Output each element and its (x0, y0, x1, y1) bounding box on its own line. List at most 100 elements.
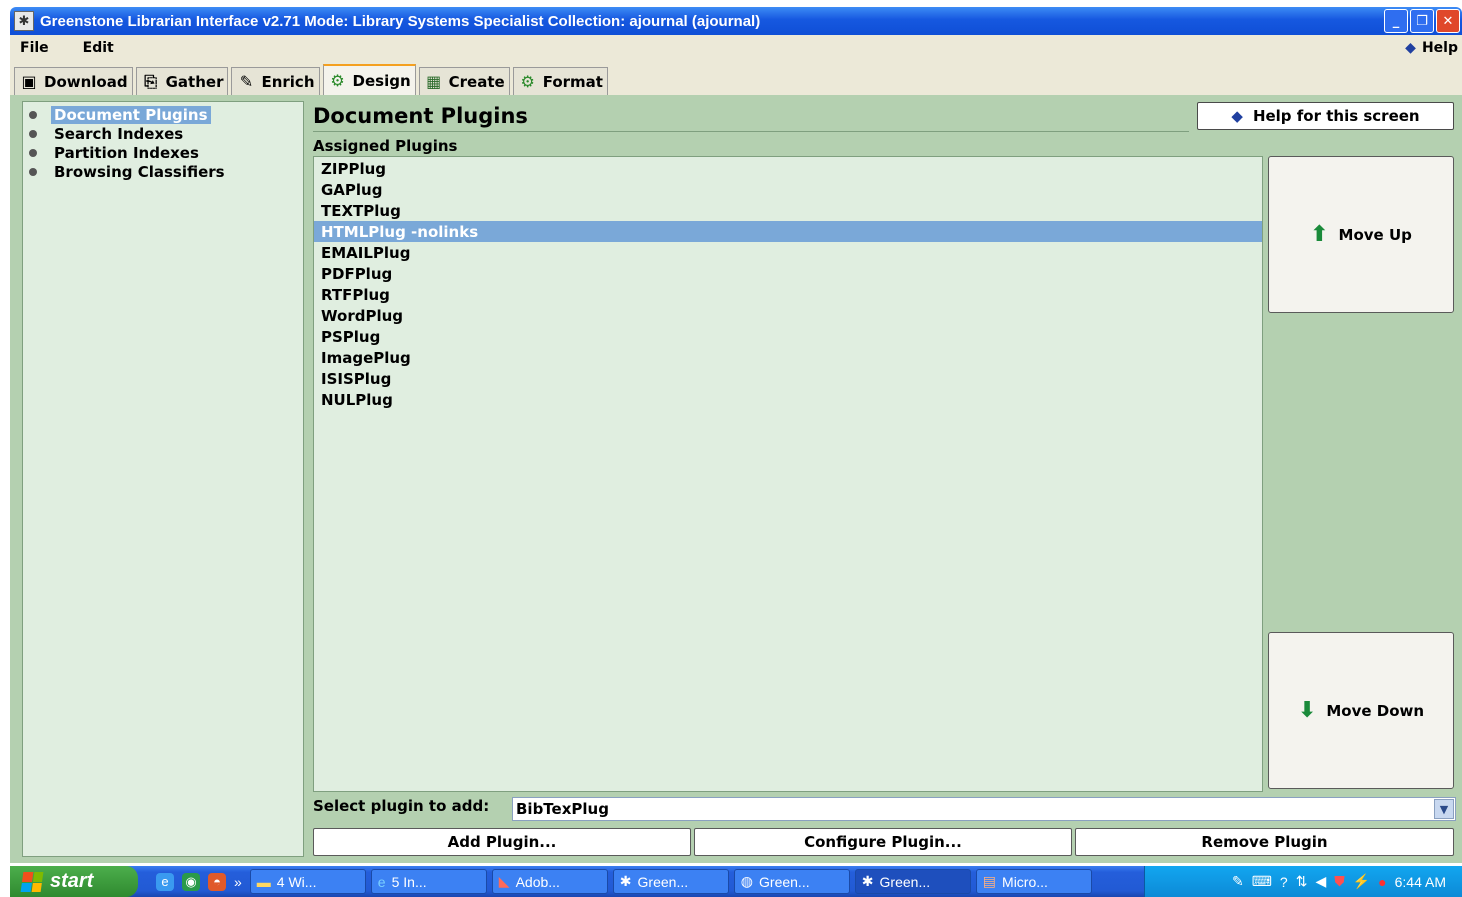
shield-icon[interactable]: ⛊ (1334, 873, 1345, 890)
gear-icon: ⚙ (520, 72, 535, 91)
sidebar-item-label: Partition Indexes (54, 143, 199, 162)
quick-launch: e ◉ ◓ » (138, 872, 250, 891)
enrich-icon: ✎ (239, 72, 254, 91)
media-icon[interactable]: ◉ (182, 872, 200, 891)
gather-icon: ⎘ (144, 71, 158, 91)
design-panel: Document Plugins Search Indexes Partitio… (10, 97, 1462, 863)
window-titlebar[interactable]: ✱ Greenstone Librarian Interface v2.71 M… (10, 7, 1462, 35)
menu-file[interactable]: File (10, 40, 59, 56)
move-up-button[interactable]: ⬆ Move Up (1268, 156, 1454, 313)
bullet-icon (29, 148, 37, 157)
download-icon: ▣ (21, 72, 37, 91)
list-item[interactable]: ISISPlug (314, 368, 1262, 389)
tab-format-label: Format (542, 72, 603, 91)
taskbar-item-label: Green... (759, 873, 810, 890)
design-sidebar: Document Plugins Search Indexes Partitio… (22, 101, 304, 857)
taskbar-item-label: Green... (637, 873, 689, 890)
tab-create[interactable]: ▦ Create (418, 67, 510, 95)
assigned-plugins-list[interactable]: ZIPPlug GAPlug TEXTPlug HTMLPlug -nolink… (313, 156, 1263, 792)
menu-edit[interactable]: Edit (73, 40, 124, 56)
ie-icon[interactable]: e (156, 872, 174, 891)
tab-bar: ▣ Download ⎘ Gather ✎ Enrich ⚙ Design ▦ … (10, 61, 1462, 97)
list-item[interactable]: EMAILPlug (314, 242, 1262, 263)
start-button[interactable]: start (10, 866, 138, 897)
tab-enrich-label: Enrich (261, 72, 315, 91)
list-item[interactable]: NULPlug (314, 389, 1262, 410)
maximize-button[interactable]: ❐ (1410, 9, 1434, 33)
start-label: start (50, 870, 94, 892)
window-title: Greenstone Librarian Interface v2.71 Mod… (40, 12, 761, 30)
plugin-select-value: BibTexPlug (516, 800, 609, 818)
list-item[interactable]: PDFPlug (314, 263, 1262, 284)
sidebar-item-document-plugins[interactable]: Document Plugins (29, 105, 303, 124)
bullet-icon (29, 110, 37, 119)
keyboard-icon[interactable]: ⌨ (1252, 873, 1272, 890)
taskbar-item-label: Green... (879, 873, 931, 890)
taskbar-item[interactable]: ▬ 4 Wi... (249, 869, 366, 894)
security-icon[interactable]: ● (1378, 874, 1386, 890)
folder-icon: ▬ (256, 873, 271, 890)
sidebar-item-search-indexes[interactable]: Search Indexes (29, 124, 303, 143)
tab-gather-label: Gather (165, 72, 224, 91)
window-controls: _ ❐ ✕ (1384, 9, 1460, 33)
chevron-right-icon[interactable]: » (234, 874, 242, 890)
menu-help[interactable]: ◆ Help (1405, 40, 1458, 56)
taskbar-item-active[interactable]: ✱ Green... (854, 869, 971, 894)
taskbar-item-label: Adob... (515, 873, 560, 890)
plugin-select-dropdown[interactable]: BibTexPlug ▼ (512, 797, 1456, 821)
clock[interactable]: 6:44 AM (1395, 874, 1446, 890)
tab-enrich[interactable]: ✎ Enrich (231, 67, 320, 95)
tab-download-label: Download (44, 72, 128, 91)
sidebar-item-partition-indexes[interactable]: Partition Indexes (29, 143, 303, 162)
add-plugin-button[interactable]: Add Plugin... (313, 828, 691, 856)
sidebar-item-label: Browsing Classifiers (54, 162, 225, 181)
tab-design[interactable]: ⚙ Design (322, 64, 416, 95)
taskbar-item[interactable]: ◍ Green... (733, 869, 850, 894)
list-item[interactable]: TEXTPlug (314, 200, 1262, 221)
sidebar-item-browsing-classifiers[interactable]: Browsing Classifiers (29, 162, 303, 181)
back-arrow-icon[interactable]: ◀ (1315, 873, 1326, 890)
browser-icon[interactable]: ◓ (208, 872, 226, 891)
list-item[interactable]: RTFPlug (314, 284, 1262, 305)
taskbar-item[interactable]: ◣ Adob... (491, 869, 608, 894)
help-book-icon: ◆ (1231, 107, 1243, 125)
system-tray: ✎ ⌨ ? ⇅ ◀ ⛊ ⚡ ● 6:44 AM (1144, 866, 1462, 897)
remove-plugin-button[interactable]: Remove Plugin (1075, 828, 1454, 856)
greenstone-icon: ✱ (861, 873, 874, 889)
taskbar-item-label: Micro... (1002, 873, 1048, 890)
list-item[interactable]: ImagePlug (314, 347, 1262, 368)
taskbar-item[interactable]: ✱ Green... (612, 869, 729, 894)
tab-download[interactable]: ▣ Download (14, 67, 133, 95)
pen-icon[interactable]: ✎ (1232, 873, 1244, 890)
tab-create-label: Create (448, 72, 505, 91)
tab-format[interactable]: ⚙ Format (512, 67, 608, 95)
taskbar-item[interactable]: ▤ Micro... (975, 869, 1092, 894)
bullet-icon (29, 129, 37, 138)
taskbar-item-label: 5 In... (391, 873, 427, 890)
ie-icon: e (377, 873, 386, 890)
list-item[interactable]: ZIPPlug (314, 158, 1262, 179)
taskbar-item[interactable]: e 5 In... (370, 869, 487, 894)
tab-gather[interactable]: ⎘ Gather (135, 67, 229, 95)
list-item-selected[interactable]: HTMLPlug -nolinks (314, 221, 1262, 242)
help-icon[interactable]: ? (1280, 874, 1288, 890)
connection-icon[interactable]: ⚡ (1353, 873, 1370, 890)
bullet-icon (29, 167, 37, 176)
greenstone-app-icon: ✱ (14, 11, 34, 31)
powerpoint-icon: ▤ (982, 873, 997, 889)
list-item[interactable]: GAPlug (314, 179, 1262, 200)
arrow-up-icon: ⬆ (1310, 222, 1329, 247)
move-down-button[interactable]: ⬇ Move Down (1268, 632, 1454, 789)
network-icon[interactable]: ⇅ (1296, 873, 1308, 890)
help-book-icon: ◆ (1405, 40, 1416, 56)
list-item[interactable]: WordPlug (314, 305, 1262, 326)
configure-plugin-button[interactable]: Configure Plugin... (694, 828, 1072, 856)
page-title: Document Plugins (313, 102, 1189, 132)
chevron-down-icon[interactable]: ▼ (1434, 799, 1454, 819)
minimize-button[interactable]: _ (1384, 9, 1408, 33)
close-button[interactable]: ✕ (1436, 9, 1460, 33)
tab-design-label: Design (352, 71, 411, 90)
sidebar-item-label: Document Plugins (51, 105, 211, 124)
list-item[interactable]: PSPlug (314, 326, 1262, 347)
help-for-screen-button[interactable]: ◆ Help for this screen (1197, 102, 1454, 130)
